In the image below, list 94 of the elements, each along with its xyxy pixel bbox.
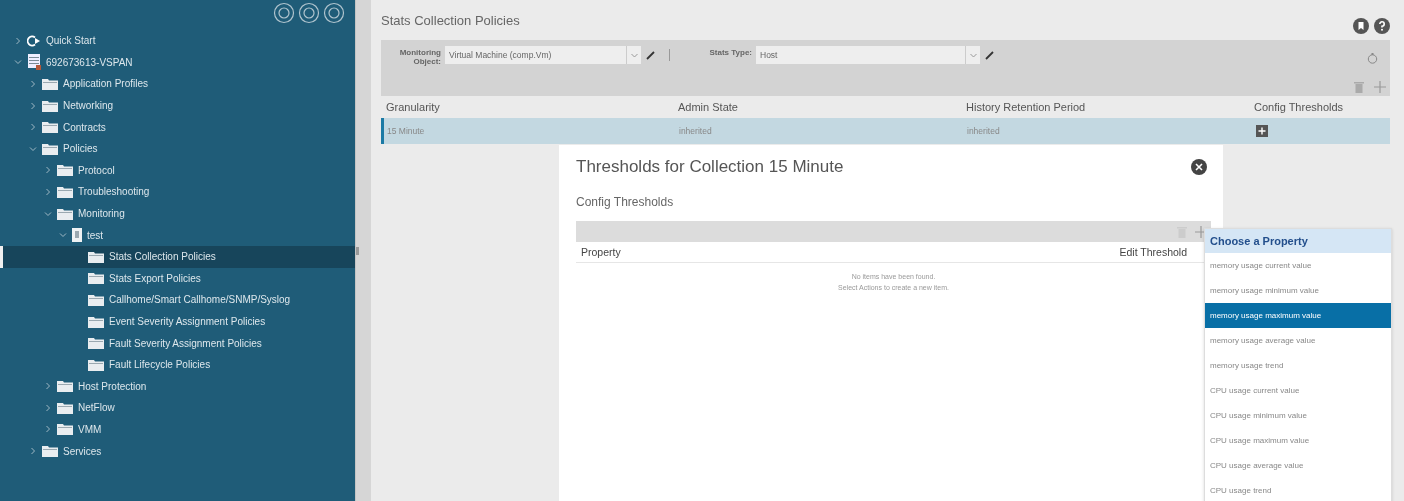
quick-start-icon [27,34,41,47]
column-header: Admin State [677,100,739,115]
folder-icon [88,272,104,285]
menu-item[interactable]: memory usage average value [1205,328,1391,353]
filter-label: Stats Type: [708,48,752,57]
add-icon[interactable] [1374,81,1386,93]
folder-icon [42,99,58,112]
column-header: Property [581,246,621,258]
document-icon [72,228,82,243]
chevron-down-icon[interactable] [43,209,52,218]
folder-icon [57,185,73,198]
folder-icon [88,250,104,263]
menu-item[interactable]: memory usage trend [1205,353,1391,378]
bookmark-icon[interactable] [1353,18,1369,34]
trash-icon[interactable] [1354,81,1364,93]
refresh-icon[interactable] [1367,53,1378,64]
tree-item[interactable]: Stats Collection Policies [0,245,355,268]
close-icon[interactable] [1191,159,1207,175]
table-cell-text: inherited [678,126,713,136]
menu-item[interactable]: memory usage current value [1205,253,1391,278]
add-threshold-icon[interactable] [1256,125,1268,137]
chevron-right-icon[interactable] [43,403,52,412]
folder-icon [42,142,58,155]
menu-item[interactable]: memory usage minimum value [1205,278,1391,303]
chevron-down-icon[interactable] [13,58,22,67]
menu-item[interactable]: CPU usage trend [1205,478,1391,501]
column-header: Edit Threshold [1119,246,1187,258]
column-header: Granularity [385,100,441,115]
server-icon [27,54,41,71]
chevron-right-icon[interactable] [28,101,37,110]
tree-item[interactable]: Fault Severity Assignment Policies [0,332,355,354]
folder-icon [57,207,73,220]
tree-item[interactable]: Services [0,440,355,462]
tree-item[interactable]: VMM [0,418,355,441]
tree-item[interactable]: Contracts [0,116,355,138]
tree-item[interactable]: Protocol [0,159,355,182]
column-header: History Retention Period [965,100,1087,115]
menu-item[interactable]: CPU usage current value [1205,378,1391,403]
table-cell-text: inherited [966,126,1001,136]
tree-item[interactable]: Application Profiles [0,73,355,95]
menu-title: Choose a Property [1205,229,1391,253]
column-header: Config Thresholds [1253,100,1345,115]
folder-icon [42,121,58,134]
chevron-right-icon[interactable] [43,187,52,196]
tree-item[interactable]: Stats Export Policies [0,267,355,290]
folder-icon [88,337,104,350]
chevron-right-icon[interactable] [43,425,52,434]
menu-item[interactable]: CPU usage average value [1205,453,1391,478]
tree-item[interactable]: NetFlow [0,397,355,419]
tree-item[interactable]: test [0,224,355,246]
tree-item[interactable]: 692673613-VSPAN [0,51,355,74]
filter-select[interactable]: Host [756,46,980,64]
folder-icon [88,358,104,371]
caret-icon[interactable] [630,52,638,58]
splitter-handle-icon[interactable] [356,246,359,255]
folder-icon [88,315,104,328]
chevron-right-icon[interactable] [43,382,52,391]
section-title: Config Thresholds [576,195,675,209]
filter-label: Monitoring Object: [398,48,441,66]
menu-item[interactable]: CPU usage maximum value [1205,428,1391,453]
table-cell-text: 15 Minute [386,126,426,136]
splitter[interactable] [355,0,371,501]
filter-select[interactable]: Virtual Machine (comp.Vm) [445,46,641,64]
menu-item[interactable]: memory usage maximum value [1205,303,1391,328]
help-icon[interactable] [1374,18,1390,34]
folder-icon [57,164,73,177]
chevron-right-icon[interactable] [28,447,37,456]
folder-icon [57,423,73,436]
tree-item[interactable]: Monitoring [0,202,355,225]
menu-item[interactable]: CPU usage minimum value [1205,403,1391,428]
tree-item[interactable]: Policies [0,137,355,160]
tree-item[interactable]: Host Protection [0,375,355,398]
tree-item[interactable]: Fault Lifecycle Policies [0,353,355,376]
dialog-title: Thresholds for Collection 15 Minute [576,157,844,177]
folder-icon [42,445,58,458]
chevron-right-icon[interactable] [13,36,22,45]
tree-item[interactable]: Quick Start [0,30,355,52]
chevron-right-icon[interactable] [28,123,37,132]
tree-item[interactable]: Troubleshooting [0,181,355,203]
chevron-right-icon[interactable] [28,80,37,88]
chevron-down-icon[interactable] [58,231,67,240]
folder-icon [88,293,104,306]
folder-icon [42,78,58,90]
pencil-icon[interactable] [984,49,996,61]
folder-icon [57,401,73,414]
tree-item[interactable]: Callhome/Smart Callhome/SNMP/Syslog [0,289,355,311]
pencil-icon[interactable] [645,49,657,61]
caret-icon[interactable] [969,52,977,58]
folder-icon [57,380,73,393]
page-title: Stats Collection Policies [381,12,520,28]
tree-item[interactable]: Event Severity Assignment Policies [0,310,355,333]
tree-item[interactable]: Networking [0,94,355,117]
chevron-right-icon[interactable] [43,166,52,175]
chevron-down-icon[interactable] [28,144,37,153]
